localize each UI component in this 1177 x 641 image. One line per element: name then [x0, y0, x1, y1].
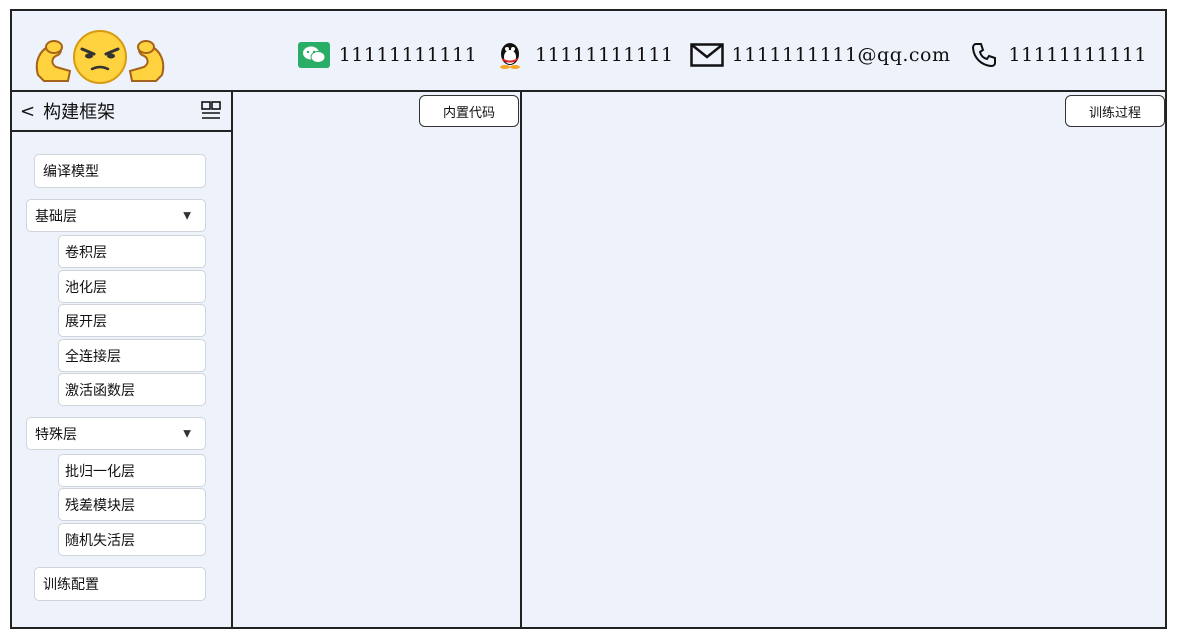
contact-mail[interactable]: 1111111111@qq.com	[689, 40, 951, 70]
sidebar-item-label: 卷积层	[65, 244, 107, 261]
sidebar-item-pool-layer[interactable]: 池化层	[58, 270, 206, 303]
sidebar-item-conv-layer[interactable]: 卷积层	[58, 235, 206, 268]
sidebar-item-label: 随机失活层	[65, 532, 135, 549]
sidebar-item-training-config[interactable]: 训练配置	[34, 567, 206, 601]
sidebar-item-batchnorm-layer[interactable]: 批归一化层	[58, 454, 206, 487]
training-pane: 训练过程	[522, 92, 1165, 627]
sidebar-item-label: 特殊层	[35, 426, 77, 443]
code-pane: 内置代码	[233, 92, 522, 627]
mail-value: 1111111111@qq.com	[731, 44, 951, 66]
sidebar-item-activation-layer[interactable]: 激活函数层	[58, 373, 206, 406]
sidebar-item-label: 激活函数层	[65, 382, 135, 399]
wechat-value: 11111111111	[338, 44, 478, 66]
contact-bar: 11111111111 11111111111 1111111111@qq.co…	[297, 39, 1147, 71]
training-process-button[interactable]: 训练过程	[1065, 95, 1165, 127]
sidebar-item-label: 编译模型	[43, 164, 99, 180]
chevron-down-icon[interactable]: ▼	[183, 428, 191, 439]
phone-value: 11111111111	[1008, 44, 1147, 66]
sidebar-item-label: 残差模块层	[65, 497, 135, 514]
sidebar-item-residual-layer[interactable]: 残差模块层	[58, 488, 206, 521]
sidebar-item-dense-layer[interactable]: 全连接层	[58, 339, 206, 372]
sidebar-item-label: 基础层	[35, 208, 77, 225]
sidebar-header: < 构建框架	[12, 92, 231, 132]
layout-icon[interactable]	[201, 101, 221, 126]
back-icon[interactable]: <	[20, 101, 35, 122]
sidebar-title: 构建框架	[43, 102, 116, 123]
contact-wechat[interactable]: 11111111111	[297, 40, 477, 70]
sidebar-item-compile-model[interactable]: 编译模型	[34, 154, 206, 188]
sidebar-group-special-layers[interactable]: 特殊层 ▼	[26, 417, 206, 450]
contact-phone[interactable]: 11111111111	[967, 40, 1147, 70]
sidebar-item-label: 池化层	[65, 279, 107, 296]
wechat-icon	[297, 40, 331, 70]
sidebar: < 构建框架 编译模型 基础层 ▼ 卷积层 池化层 展开层 全连接层 激活函数层…	[12, 92, 233, 627]
contact-qq[interactable]: 11111111111	[493, 40, 673, 70]
header: 11111111111 11111111111 1111111111@qq.co…	[12, 11, 1165, 92]
qq-icon	[493, 40, 527, 70]
logo-icon	[35, 30, 165, 84]
mail-icon	[689, 40, 724, 70]
sidebar-item-label: 全连接层	[65, 348, 121, 365]
builtin-code-button[interactable]: 内置代码	[419, 95, 519, 127]
qq-value: 11111111111	[535, 44, 674, 66]
chevron-down-icon[interactable]: ▼	[183, 210, 191, 221]
app-window: 11111111111 11111111111 1111111111@qq.co…	[10, 9, 1167, 629]
phone-icon	[967, 40, 1001, 70]
sidebar-item-label: 批归一化层	[65, 463, 135, 480]
sidebar-item-label: 展开层	[65, 313, 107, 330]
sidebar-item-label: 训练配置	[43, 577, 99, 593]
sidebar-item-flatten-layer[interactable]: 展开层	[58, 304, 206, 337]
sidebar-group-basic-layers[interactable]: 基础层 ▼	[26, 199, 206, 232]
sidebar-item-dropout-layer[interactable]: 随机失活层	[58, 523, 206, 556]
